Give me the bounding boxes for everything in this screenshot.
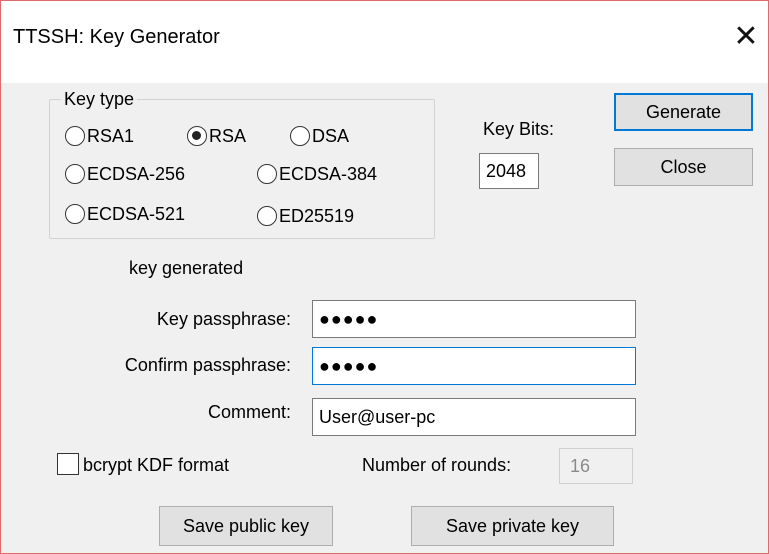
key-passphrase-input[interactable]: ●●●●●	[312, 300, 636, 338]
close-icon[interactable]: ✕	[726, 17, 766, 57]
key-passphrase-value: ●●●●●	[319, 308, 379, 329]
radio-unchecked-icon	[257, 164, 277, 184]
bcrypt-checkbox[interactable]	[57, 453, 79, 475]
key-generator-window: TTSSH: Key Generator ✕ Key type RSA1 RSA…	[0, 0, 769, 554]
confirm-passphrase-value: ●●●●●	[319, 355, 379, 376]
confirm-passphrase-input[interactable]: ●●●●●	[312, 347, 636, 385]
radio-unchecked-icon	[65, 164, 85, 184]
save-private-key-button[interactable]: Save private key	[411, 506, 614, 546]
radio-label: ECDSA-521	[87, 203, 186, 224]
save-private-key-label: Save private key	[445, 515, 580, 536]
close-button[interactable]: Close	[614, 148, 753, 186]
radio-ed25519[interactable]: ED25519	[257, 203, 354, 229]
key-bits-label: Key Bits:	[483, 119, 555, 139]
radio-rsa1[interactable]: RSA1	[65, 123, 134, 149]
comment-label: Comment:	[207, 402, 291, 422]
close-button-label: Close	[660, 156, 707, 177]
rounds-label: Number of rounds:	[362, 455, 512, 475]
radio-unchecked-icon	[65, 204, 85, 224]
radio-ecdsa-256[interactable]: ECDSA-256	[65, 161, 185, 187]
rounds-input[interactable]: 16	[559, 448, 633, 484]
window-title: TTSSH: Key Generator	[13, 26, 220, 48]
radio-checked-icon	[187, 126, 207, 146]
radio-unchecked-icon	[257, 206, 277, 226]
key-passphrase-label: Key passphrase:	[156, 309, 291, 329]
radio-dsa[interactable]: DSA	[290, 123, 349, 149]
radio-label: DSA	[312, 125, 350, 146]
comment-value: User@user-pc	[319, 406, 436, 427]
status-text: key generated	[129, 258, 244, 278]
radio-rsa[interactable]: RSA	[187, 123, 246, 149]
key-bits-value: 2048	[486, 160, 527, 181]
bcrypt-label: bcrypt KDF format	[83, 455, 230, 475]
radio-label: ECDSA-256	[87, 163, 186, 184]
save-public-key-label: Save public key	[182, 515, 310, 536]
comment-input[interactable]: User@user-pc	[312, 398, 636, 436]
generate-button[interactable]: Generate	[614, 93, 753, 131]
radio-ecdsa-384[interactable]: ECDSA-384	[257, 161, 377, 187]
radio-label: ECDSA-384	[279, 163, 378, 184]
title-bar: TTSSH: Key Generator ✕	[1, 1, 768, 83]
generate-button-label: Generate	[645, 101, 722, 122]
radio-unchecked-icon	[290, 126, 310, 146]
radio-label: RSA	[209, 125, 247, 146]
radio-ecdsa-521[interactable]: ECDSA-521	[65, 201, 185, 227]
confirm-passphrase-label: Confirm passphrase:	[124, 355, 291, 375]
save-public-key-button[interactable]: Save public key	[159, 506, 333, 546]
radio-label: ED25519	[279, 205, 355, 226]
radio-label: RSA1	[87, 125, 135, 146]
key-type-group-label: Key type	[61, 89, 138, 110]
radio-unchecked-icon	[65, 126, 85, 146]
key-bits-input[interactable]: 2048	[479, 153, 539, 189]
rounds-value: 16	[570, 455, 591, 476]
